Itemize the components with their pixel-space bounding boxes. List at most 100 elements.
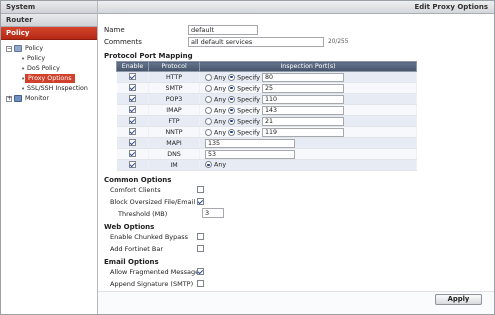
specify-label: Specify <box>237 96 260 103</box>
fortinet-bar-checkbox[interactable] <box>197 245 204 252</box>
any-radio[interactable] <box>205 128 212 136</box>
bullet-icon: • <box>21 55 26 63</box>
any-label: Any <box>214 107 227 114</box>
table-row: POP3 Any Specify 110 <box>116 93 417 105</box>
port-input[interactable]: 80 <box>262 72 344 82</box>
column-header-enable: Enable <box>116 61 149 72</box>
port-input[interactable]: 25 <box>262 83 344 93</box>
tree-label-ssl-ssh: SSL/SSH Inspection <box>27 85 88 92</box>
any-radio[interactable] <box>205 95 212 103</box>
specify-label: Specify <box>237 85 260 92</box>
protocol-port-mapping-heading: Protocol Port Mapping <box>104 52 193 60</box>
any-label: Any <box>214 118 227 125</box>
enable-nntp-checkbox[interactable] <box>128 128 136 136</box>
any-radio[interactable] <box>205 84 212 92</box>
collapse-icon[interactable]: − <box>6 46 12 52</box>
name-input[interactable]: default <box>188 25 258 35</box>
table-row: IMAP Any Specify 143 <box>116 104 417 116</box>
block-oversized-label: Block Oversized File/Email <box>110 198 196 206</box>
bullet-icon: • <box>21 65 26 73</box>
tree-item-monitor[interactable]: + Monitor <box>1 94 97 104</box>
any-radio[interactable] <box>205 73 212 81</box>
comments-input[interactable]: all default services <box>188 37 324 47</box>
tree-label-monitor: Monitor <box>25 95 49 102</box>
common-options-heading: Common Options <box>104 176 172 184</box>
enable-ftp-checkbox[interactable] <box>128 117 136 125</box>
port-input[interactable]: 21 <box>262 116 344 126</box>
table-row: MAPI 135 <box>116 137 417 149</box>
apply-button[interactable]: Apply <box>435 294 482 305</box>
expand-icon[interactable]: + <box>6 96 12 102</box>
tree-item-dos-policy[interactable]: • DoS Policy <box>1 64 97 74</box>
main-panel: Edit Proxy Options Name default Comments… <box>98 1 494 314</box>
specify-radio[interactable] <box>228 117 236 125</box>
block-oversized-checkbox[interactable] <box>197 198 204 205</box>
any-radio[interactable] <box>205 161 212 169</box>
window: System Router Policy − Policy • Policy •… <box>0 0 495 315</box>
tree-label-dos-policy: DoS Policy <box>27 65 60 72</box>
specify-label: Specify <box>237 118 260 125</box>
sidebar-section-router[interactable]: Router <box>1 14 97 27</box>
fragmented-messages-label: Allow Fragmented Messages <box>110 268 203 276</box>
any-radio[interactable] <box>205 117 212 125</box>
enable-imap-checkbox[interactable] <box>128 106 136 114</box>
tree-item-policy[interactable]: • Policy <box>1 54 97 64</box>
port-input[interactable]: 53 <box>205 149 295 159</box>
protocol-cell: POP3 <box>148 93 200 105</box>
protocol-cell: IMAP <box>148 104 200 116</box>
comfort-clients-checkbox[interactable] <box>197 186 204 193</box>
email-options-heading: Email Options <box>104 258 159 266</box>
chunked-bypass-checkbox[interactable] <box>197 233 204 240</box>
tree-label-policy-root: Policy <box>25 45 44 52</box>
port-input[interactable]: 119 <box>262 127 344 137</box>
column-header-protocol: Protocol <box>148 61 200 72</box>
any-label: Any <box>214 129 227 136</box>
table-row: DNS 53 <box>116 148 417 160</box>
any-radio[interactable] <box>205 106 212 114</box>
specify-radio[interactable] <box>228 84 236 92</box>
tree-item-policy-root[interactable]: − Policy <box>1 44 97 54</box>
bullet-icon: • <box>21 85 26 93</box>
table-row: IM Any <box>116 159 417 171</box>
protocol-cell: MAPI <box>148 137 200 149</box>
port-input[interactable]: 135 <box>205 138 295 148</box>
specify-radio[interactable] <box>228 106 236 114</box>
sidebar: System Router Policy − Policy • Policy •… <box>1 1 98 314</box>
tree-item-proxy-options[interactable]: • Proxy Options <box>1 74 97 84</box>
port-input[interactable]: 143 <box>262 105 344 115</box>
specify-label: Specify <box>237 129 260 136</box>
enable-http-checkbox[interactable] <box>128 73 136 81</box>
any-label: Any <box>214 161 227 169</box>
table-row: SMTP Any Specify 25 <box>116 82 417 94</box>
fragmented-messages-checkbox[interactable] <box>197 268 204 275</box>
fortinet-bar-label: Add Fortinet Bar <box>110 245 164 253</box>
threshold-input[interactable]: 3 <box>202 208 224 218</box>
port-input[interactable]: 110 <box>262 94 344 104</box>
comfort-clients-label: Comfort Clients <box>110 186 161 194</box>
sidebar-section-policy[interactable]: Policy <box>1 27 97 40</box>
table-header-row: Enable Protocol Inspection Port(s) <box>116 61 417 72</box>
table-row: HTTP Any Specify 80 <box>116 71 417 83</box>
tree-label-policy: Policy <box>27 55 46 62</box>
enable-dns-checkbox[interactable] <box>128 150 136 158</box>
enable-smtp-checkbox[interactable] <box>128 84 136 92</box>
sidebar-section-system[interactable]: System <box>1 1 97 14</box>
specify-radio[interactable] <box>228 128 236 136</box>
protocol-cell: SMTP <box>148 82 200 94</box>
threshold-label: Threshold (MB) <box>118 210 168 218</box>
tree-item-ssl-ssh-inspection[interactable]: • SSL/SSH Inspection <box>1 84 97 94</box>
navigation-tree: − Policy • Policy • DoS Policy • Proxy O… <box>1 40 97 104</box>
append-signature-checkbox[interactable] <box>197 280 204 287</box>
specify-radio[interactable] <box>228 95 236 103</box>
table-row: NNTP Any Specify 119 <box>116 126 417 138</box>
specify-label: Specify <box>237 74 260 81</box>
specify-radio[interactable] <box>228 73 236 81</box>
page-title: Edit Proxy Options <box>98 1 494 14</box>
comments-label: Comments <box>104 38 142 46</box>
comments-char-count: 20/255 <box>328 39 349 45</box>
column-header-inspection-ports: Inspection Port(s) <box>199 61 417 72</box>
enable-mapi-checkbox[interactable] <box>128 139 136 147</box>
any-label: Any <box>214 74 227 81</box>
enable-pop3-checkbox[interactable] <box>128 95 136 103</box>
enable-im-checkbox[interactable] <box>128 161 136 169</box>
